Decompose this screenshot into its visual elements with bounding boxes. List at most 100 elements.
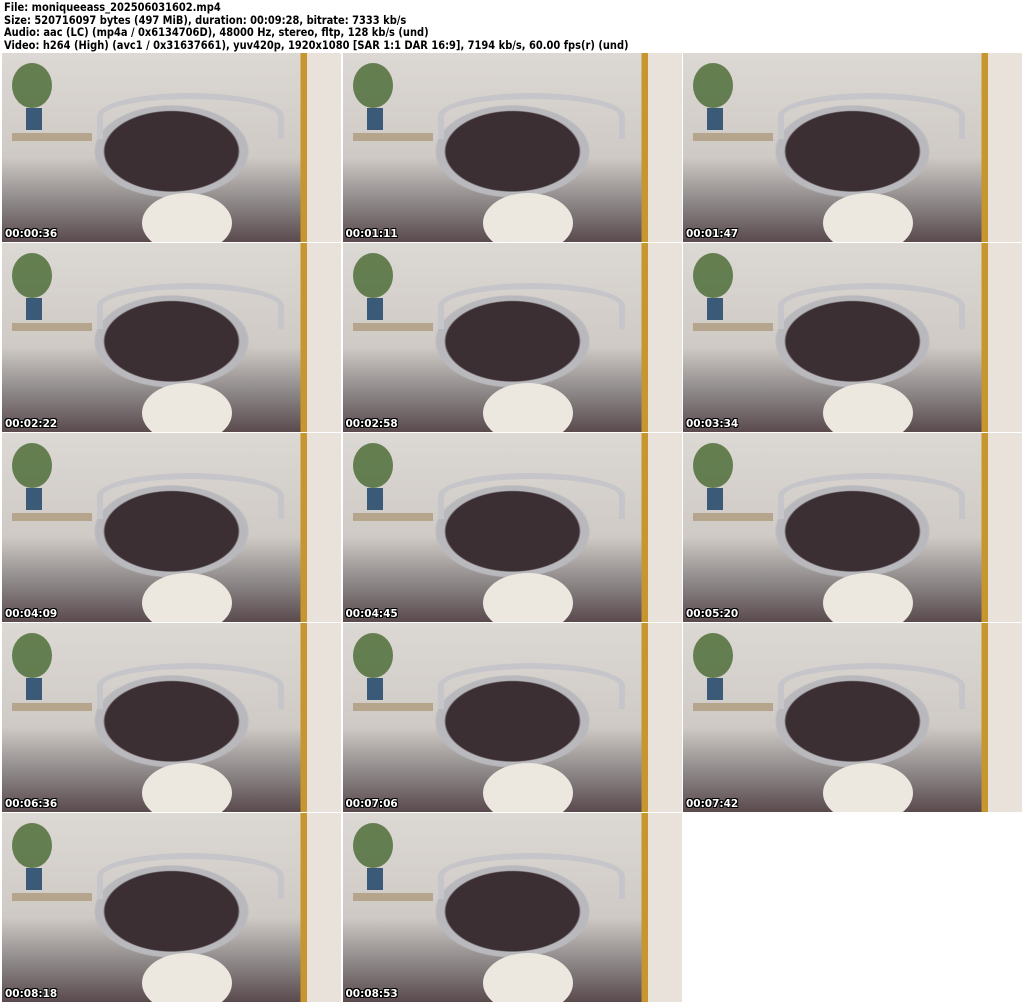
- video-thumbnail: 00:02:58: [342, 243, 682, 432]
- thumbnail-timestamp: 00:04:45: [345, 608, 398, 620]
- thumbnail-timestamp: 00:04:09: [5, 608, 58, 620]
- table-image-area: [352, 133, 433, 141]
- chair-image-area: [437, 663, 625, 709]
- thumbnail-timestamp: 00:08:18: [5, 988, 58, 1000]
- table-image-area: [12, 703, 92, 711]
- cushion-image-area: [482, 383, 573, 432]
- thumbnail-timestamp: 00:03:34: [686, 418, 739, 430]
- table-image-area: [693, 703, 773, 711]
- pot-image-area: [366, 298, 383, 320]
- thumbnail-timestamp: 00:05:20: [686, 608, 739, 620]
- table-image-area: [352, 513, 433, 521]
- chair-image-area: [437, 283, 625, 329]
- cushion-image-area: [142, 193, 232, 242]
- table-image-area: [12, 513, 92, 521]
- video-thumbnail: 00:07:06: [342, 623, 682, 812]
- chair-image-area: [97, 853, 284, 899]
- thumbnail-timestamp: 00:00:36: [5, 228, 58, 240]
- plant-image-area: [12, 253, 52, 298]
- video-thumbnail: 00:01:11: [342, 53, 682, 242]
- plant-image-area: [693, 633, 733, 678]
- pot-image-area: [26, 868, 42, 890]
- cushion-image-area: [482, 763, 573, 812]
- pot-image-area: [366, 488, 383, 510]
- table-image-area: [693, 133, 773, 141]
- chair-image-area: [778, 473, 965, 519]
- video-thumbnail: 00:03:34: [683, 243, 1022, 432]
- pot-image-area: [366, 678, 383, 700]
- video-thumbnail: 00:08:18: [2, 813, 341, 1002]
- table-image-area: [12, 323, 92, 331]
- plant-image-area: [352, 63, 393, 108]
- cushion-image-area: [482, 193, 573, 242]
- table-image-area: [352, 703, 433, 711]
- video-thumbnail: 00:02:22: [2, 243, 341, 432]
- cushion-image-area: [142, 763, 232, 812]
- table-image-area: [12, 133, 92, 141]
- thumbnail-timestamp: 00:01:11: [345, 228, 398, 240]
- video-thumbnail: 00:00:36: [2, 53, 341, 242]
- cushion-image-area: [823, 193, 913, 242]
- plant-image-area: [12, 823, 52, 868]
- thumbnail-timestamp: 00:06:36: [5, 798, 58, 810]
- pot-image-area: [366, 868, 383, 890]
- chair-image-area: [97, 93, 284, 139]
- chair-image-area: [437, 93, 625, 139]
- pot-image-area: [26, 488, 42, 510]
- thumbnail-timestamp: 00:02:58: [345, 418, 398, 430]
- thumbnail-timestamp: 00:02:22: [5, 418, 58, 430]
- plant-image-area: [693, 63, 733, 108]
- chair-image-area: [778, 283, 965, 329]
- chair-image-area: [97, 283, 284, 329]
- audio-info: Audio: aac (LC) (mp4a / 0x6134706D), 480…: [4, 25, 429, 40]
- chair-image-area: [97, 473, 284, 519]
- cushion-image-area: [823, 383, 913, 432]
- plant-image-area: [693, 443, 733, 488]
- chair-image-area: [437, 853, 625, 899]
- cushion-image-area: [823, 763, 913, 812]
- chair-image-area: [778, 663, 965, 709]
- pot-image-area: [707, 108, 723, 130]
- pot-image-area: [707, 678, 723, 700]
- chair-image-area: [437, 473, 625, 519]
- chair-image-area: [778, 93, 965, 139]
- cushion-image-area: [482, 573, 573, 622]
- table-image-area: [693, 323, 773, 331]
- video-thumbnail: 00:08:53: [342, 813, 682, 1002]
- thumbnail-timestamp: 00:01:47: [686, 228, 739, 240]
- plant-image-area: [12, 63, 52, 108]
- plant-image-area: [352, 443, 393, 488]
- video-thumbnail: 00:07:42: [683, 623, 1022, 812]
- plant-image-area: [12, 633, 52, 678]
- thumbnail-timestamp: 00:07:42: [686, 798, 739, 810]
- thumbnail-timestamp: 00:07:06: [345, 798, 398, 810]
- table-image-area: [693, 513, 773, 521]
- pot-image-area: [707, 298, 723, 320]
- file-info-header: File: moniqueeass_202506031602.mp4 Size:…: [4, 1, 629, 51]
- table-image-area: [12, 893, 92, 901]
- pot-image-area: [707, 488, 723, 510]
- cushion-image-area: [142, 383, 232, 432]
- table-image-area: [352, 323, 433, 331]
- video-thumbnail: 00:01:47: [683, 53, 1022, 242]
- plant-image-area: [352, 823, 393, 868]
- video-thumbnail: 00:05:20: [683, 433, 1022, 622]
- video-thumbnail: 00:04:09: [2, 433, 341, 622]
- table-image-area: [352, 893, 433, 901]
- thumbnail-timestamp: 00:08:53: [345, 988, 398, 1000]
- plant-image-area: [352, 253, 393, 298]
- video-info: Video: h264 (High) (avc1 / 0x31637661), …: [4, 37, 629, 52]
- cushion-image-area: [142, 953, 232, 1002]
- pot-image-area: [366, 108, 383, 130]
- pot-image-area: [26, 298, 42, 320]
- video-thumbnail: 00:06:36: [2, 623, 341, 812]
- plant-image-area: [352, 633, 393, 678]
- cushion-image-area: [142, 573, 232, 622]
- cushion-image-area: [482, 953, 573, 1002]
- file-name: File: moniqueeass_202506031602.mp4: [4, 0, 221, 14]
- video-thumbnail: 00:04:45: [342, 433, 682, 622]
- pot-image-area: [26, 678, 42, 700]
- pot-image-area: [26, 108, 42, 130]
- chair-image-area: [97, 663, 284, 709]
- cushion-image-area: [823, 573, 913, 622]
